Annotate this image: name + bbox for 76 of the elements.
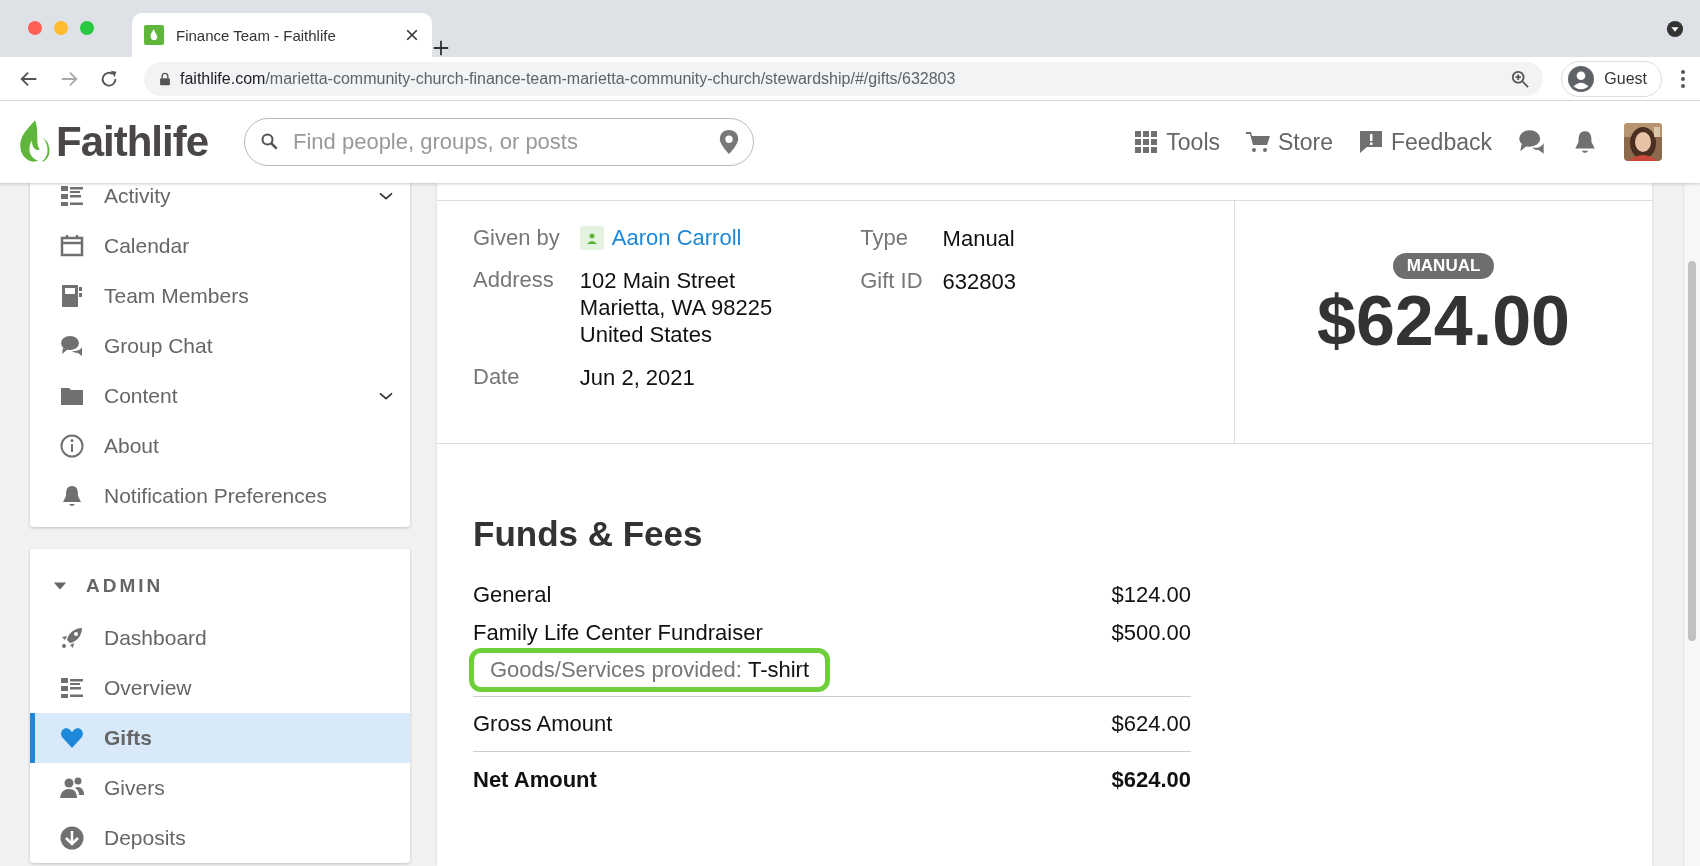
person-shape xyxy=(585,232,598,244)
row-amount: $624.00 xyxy=(1111,767,1191,793)
field-label: Address xyxy=(473,267,555,294)
browser-tab[interactable]: Finance Team - Faithlife xyxy=(132,13,432,57)
row-label: Net Amount xyxy=(473,767,597,793)
info-icon xyxy=(60,434,84,458)
section-title[interactable]: ADMIN xyxy=(86,575,164,597)
zoom-icon xyxy=(1511,69,1530,88)
field-label: Date xyxy=(473,364,521,391)
window-control-button[interactable] xyxy=(28,21,42,35)
lock-icon xyxy=(158,71,172,86)
rocket-icon xyxy=(60,626,84,650)
sidebar-item[interactable]: Group Chat xyxy=(30,321,410,371)
row-amount: $124.00 xyxy=(1111,582,1191,608)
grid-icon xyxy=(1134,130,1159,154)
download-icon xyxy=(60,826,84,850)
sidebar-item[interactable]: Team Members xyxy=(30,271,410,321)
cart-icon xyxy=(1246,130,1270,154)
section-heading: Funds & Fees xyxy=(473,514,704,554)
row-label: General xyxy=(473,582,552,608)
tab-title: Finance Team - Faithlife xyxy=(176,26,337,44)
calendar-icon xyxy=(60,234,84,258)
search-icon xyxy=(260,132,280,152)
field-label: Given by xyxy=(473,225,560,251)
address-bar[interactable]: faithlife.com/marietta-community-church-finance-team-marietta-community-church/stewardship/#/gifts/632803 xyxy=(144,61,1544,96)
contact-book-icon xyxy=(60,284,84,308)
note-value: T-shirt xyxy=(747,657,810,683)
field-value: 102 Main Street Marietta, WA 98225 United States xyxy=(579,267,773,348)
sidebar-item[interactable]: Givers xyxy=(30,763,410,813)
tab-menu-icon xyxy=(1666,20,1684,38)
field-value: Manual xyxy=(942,225,1016,252)
chat-icon xyxy=(1518,128,1546,156)
row-amount: $624.00 xyxy=(1111,711,1191,737)
nav-link[interactable]: Store xyxy=(1246,128,1333,156)
plus-icon xyxy=(432,39,450,57)
type-badge: MANUAL xyxy=(1392,253,1495,279)
gift-amount: $624.00 xyxy=(1316,281,1570,361)
sidebar-item[interactable]: Calendar xyxy=(30,221,410,271)
field-value: Jun 2, 2021 xyxy=(579,364,696,391)
sidebar-item[interactable]: Overview xyxy=(30,663,410,713)
more-icon xyxy=(1680,68,1686,89)
sidebar-item[interactable]: Dashboard xyxy=(30,613,410,663)
nav-link[interactable]: Tools xyxy=(1134,128,1220,156)
sidebar-item[interactable]: Activity xyxy=(30,183,410,221)
list-icon xyxy=(60,184,84,208)
search-field[interactable]: Find people, groups, or posts xyxy=(244,118,754,166)
sidebar-item[interactable]: Notification Preferences xyxy=(30,471,410,521)
sidebar-item[interactable]: About xyxy=(30,421,410,471)
row-amount: $500.00 xyxy=(1111,620,1191,646)
map-pin-icon xyxy=(718,129,740,155)
people-icon xyxy=(60,776,84,800)
giver-link[interactable]: Aaron Carroll xyxy=(611,225,742,251)
bell-icon xyxy=(1572,128,1598,156)
window-control-button[interactable] xyxy=(54,21,68,35)
bell-icon xyxy=(60,484,84,508)
field-label: Type xyxy=(860,225,909,252)
field-value: 632803 xyxy=(942,268,1016,295)
row-label: Family Life Center Fundraiser xyxy=(473,620,763,646)
row-label: Gross Amount xyxy=(473,711,613,737)
close-icon xyxy=(404,27,420,43)
heart-icon xyxy=(60,726,84,750)
sidebar-item[interactable]: Deposits xyxy=(30,813,410,863)
list-icon xyxy=(60,676,84,700)
field-label: Gift ID xyxy=(860,268,923,295)
person-icon xyxy=(1568,65,1595,92)
window-control-button[interactable] xyxy=(80,21,94,35)
note-label: Goods/Services provided: xyxy=(490,657,742,683)
feedback-icon xyxy=(1359,130,1383,154)
sidebar-item[interactable]: Content xyxy=(30,371,410,421)
brand-name[interactable]: Faithlife xyxy=(56,118,208,166)
sidebar-item[interactable]: Gifts xyxy=(30,713,410,763)
scrollbar[interactable] xyxy=(1683,183,1700,866)
profile-button[interactable]: Guest xyxy=(1561,60,1662,97)
url-text: faithlife.com/marietta-community-church-finance-team-marietta-community-church/stewardship/#/gifts/632803 xyxy=(180,69,956,88)
nav-link[interactable]: Feedback xyxy=(1359,128,1492,156)
chat-icon xyxy=(60,334,84,358)
